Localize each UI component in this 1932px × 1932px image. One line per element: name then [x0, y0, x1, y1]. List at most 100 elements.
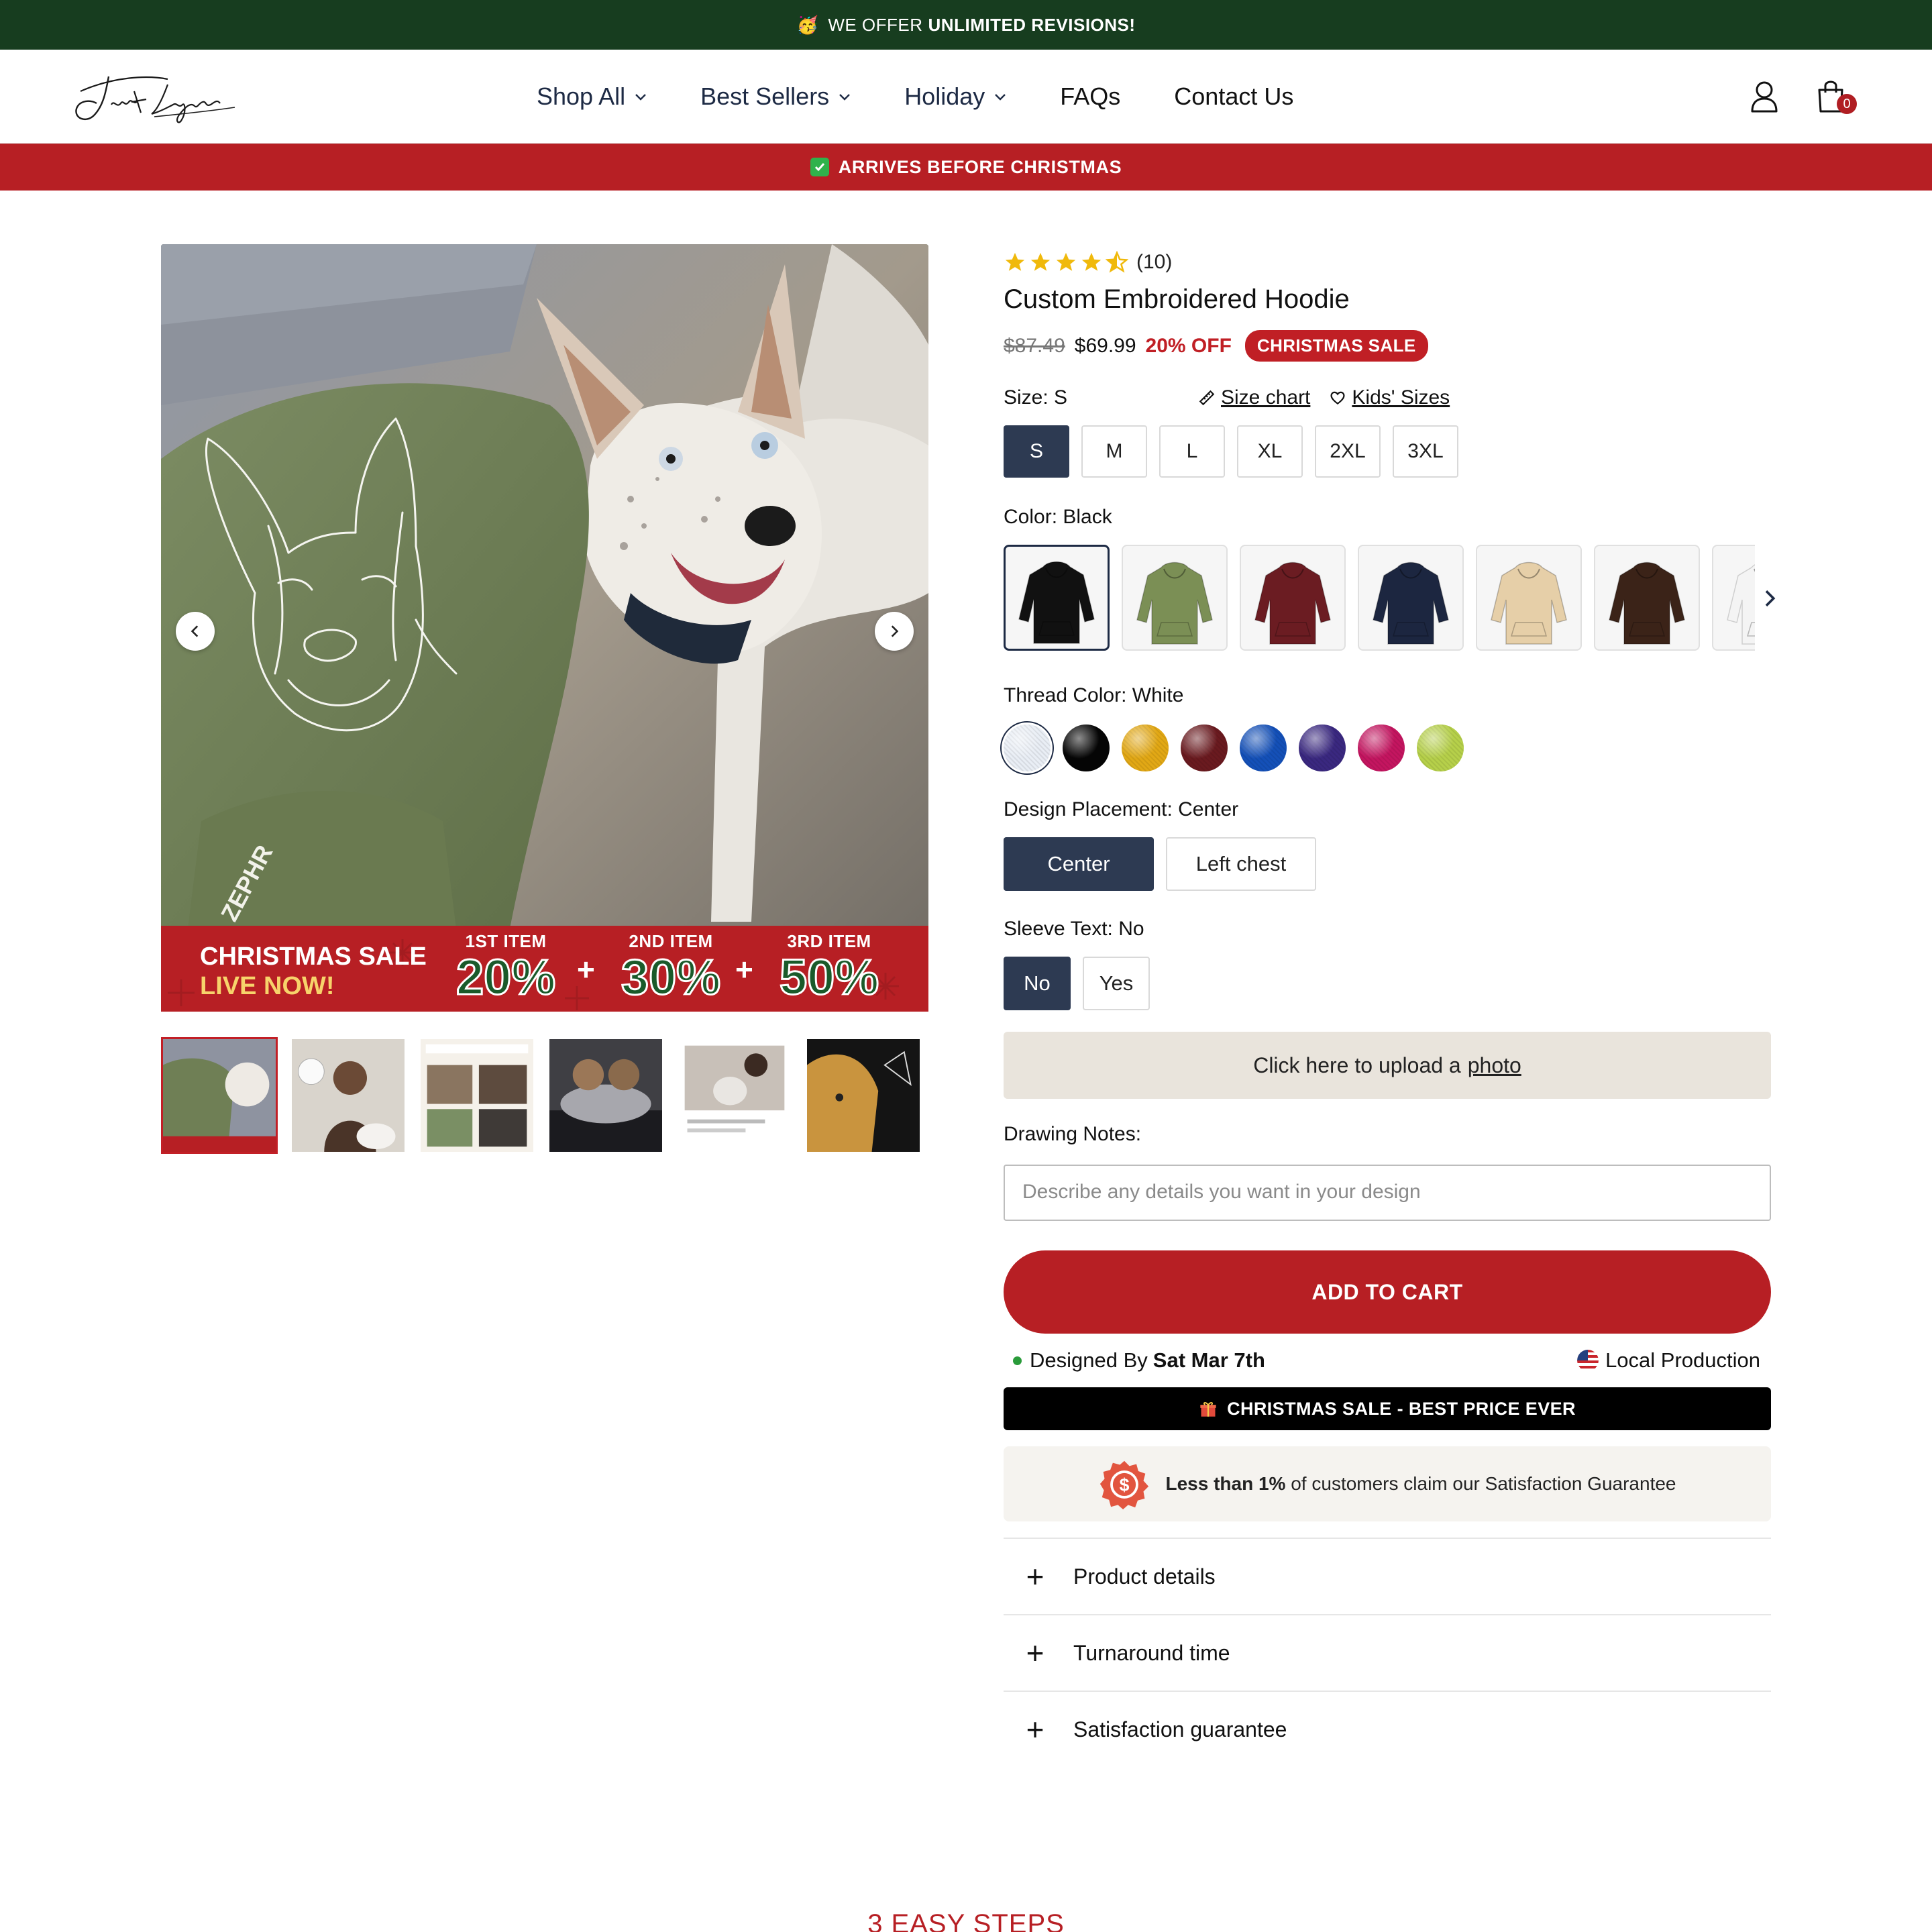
accordion-label: Product details [1073, 1564, 1216, 1589]
size-options: S M L XL 2XL 3XL [1004, 425, 1458, 478]
drawing-notes-label: Drawing Notes: [1004, 1123, 1142, 1145]
review-count: (10) [1136, 251, 1173, 273]
thumbnail-6[interactable] [805, 1037, 922, 1154]
thumbnail-2[interactable] [290, 1037, 407, 1154]
account-icon[interactable] [1744, 76, 1784, 117]
accordion-product-details[interactable]: + Product details [1004, 1538, 1771, 1614]
size-option-l[interactable]: L [1159, 425, 1225, 478]
upload-photo-button[interactable]: Click here to upload a photo [1004, 1032, 1771, 1099]
thread-color-2[interactable] [1063, 724, 1110, 771]
satisfaction-guarantee-banner: $ Less than 1% of customers claim our Sa… [1004, 1446, 1771, 1521]
gallery-next-button[interactable] [875, 612, 914, 651]
gift-icon [1200, 1402, 1216, 1417]
chevron-down-icon [839, 94, 851, 101]
nav-contact-us[interactable]: Contact Us [1174, 83, 1293, 111]
promo-item-pct: 20% [455, 949, 556, 1005]
thumbnail-strip [161, 1037, 928, 1158]
placement-left-chest-button[interactable]: Left chest [1166, 837, 1316, 891]
christmas-sale-promo-strip: CHRISTMAS SALE LIVE NOW! 1ST ITEM 20% + … [161, 926, 928, 1012]
thread-color-1[interactable] [1004, 724, 1051, 771]
color-swatch-4[interactable] [1358, 545, 1464, 651]
size-option-xl[interactable]: XL [1237, 425, 1303, 478]
sleeve-text-label: Sleeve Text: No [1004, 918, 1144, 940]
promo-item-1: 1ST ITEM 20% [455, 931, 556, 1005]
thumbnail-5[interactable] [676, 1037, 793, 1154]
hoodie-icon [1018, 561, 1095, 644]
cart-count-badge: 0 [1837, 94, 1857, 114]
thread-color-5[interactable] [1240, 724, 1287, 771]
promo-title: CHRISTMAS SALE LIVE NOW! [200, 942, 427, 1001]
nav-holiday[interactable]: Holiday [904, 83, 1006, 111]
heart-icon [1330, 391, 1345, 405]
upload-photo-link[interactable]: photo [1468, 1053, 1521, 1078]
thread-color-7[interactable] [1358, 724, 1405, 771]
add-to-cart-button[interactable]: ADD TO CART [1004, 1250, 1771, 1334]
rating[interactable]: (10) [1004, 251, 1172, 274]
nav-shop-all[interactable]: Shop All [537, 83, 647, 111]
thumbnail-4[interactable] [547, 1037, 664, 1154]
size-option-2xl[interactable]: 2XL [1315, 425, 1381, 478]
star-full-icon [1030, 252, 1051, 271]
color-swatch-1[interactable] [1004, 545, 1110, 651]
guarantee-rest: of customers claim our Satisfaction Guar… [1291, 1473, 1676, 1494]
header-icons: 0 [1744, 76, 1857, 117]
plus-icon: + [1026, 1559, 1044, 1594]
accordion-satisfaction-guarantee[interactable]: + Satisfaction guarantee [1004, 1690, 1771, 1767]
guarantee-text: Less than 1% of customers claim our Sati… [1166, 1473, 1676, 1495]
thread-color-3[interactable] [1122, 724, 1169, 771]
size-option-s[interactable]: S [1004, 425, 1069, 478]
color-swatch-7[interactable] [1712, 545, 1755, 651]
color-swatch-3[interactable] [1240, 545, 1346, 651]
product-main-image[interactable]: ZEPHR [161, 244, 928, 1012]
thread-color-label: Thread Color: White [1004, 684, 1184, 706]
thread-color-4[interactable] [1181, 724, 1228, 771]
thread-color-8[interactable] [1417, 724, 1464, 771]
promo-plus: + [735, 952, 753, 987]
size-chart-link[interactable]: Size chart [1198, 386, 1310, 409]
best-price-banner: CHRISTMAS SALE - BEST PRICE EVER [1004, 1387, 1771, 1430]
size-option-3xl[interactable]: 3XL [1393, 425, 1458, 478]
hoodie-icon [1373, 561, 1449, 645]
color-swatch-6[interactable] [1594, 545, 1700, 651]
thumbnail-1[interactable] [161, 1037, 278, 1154]
sale-price: $69.99 [1074, 334, 1136, 357]
drawing-notes-input[interactable] [1004, 1165, 1771, 1221]
sleeve-no-button[interactable]: No [1004, 957, 1071, 1010]
star-full-icon [1056, 252, 1076, 271]
compare-at-price: $87.49 [1004, 334, 1065, 357]
color-next-button[interactable] [1762, 586, 1782, 613]
nav-faqs[interactable]: FAQs [1060, 83, 1120, 111]
upload-text: Click here to upload a [1253, 1053, 1461, 1077]
thumbnail-3[interactable] [419, 1037, 535, 1154]
product-photo: ZEPHR [161, 244, 928, 1012]
thumbnail-image [292, 1039, 405, 1152]
color-swatch-2[interactable] [1122, 545, 1228, 651]
thread-color-6[interactable] [1299, 724, 1346, 771]
guarantee-bold: Less than 1% [1165, 1473, 1286, 1494]
logo[interactable] [67, 64, 241, 129]
status-dot-icon [1013, 1356, 1022, 1365]
star-full-icon [1005, 252, 1025, 271]
kids-sizes-link[interactable]: Kids' Sizes [1329, 386, 1450, 409]
design-placement-options: Center Left chest [1004, 837, 1316, 891]
placement-center-button[interactable]: Center [1004, 837, 1154, 891]
checkmark-icon [810, 158, 829, 176]
hoodie-icon [1136, 561, 1213, 645]
color-swatch-5[interactable] [1476, 545, 1582, 651]
party-emoji-icon: 🥳 [796, 14, 819, 35]
sleeve-yes-button[interactable]: Yes [1083, 957, 1150, 1010]
thumbnail-image [163, 1039, 276, 1152]
size-option-m[interactable]: M [1081, 425, 1147, 478]
thumbnail-image [807, 1039, 920, 1152]
chevron-down-icon [635, 94, 646, 101]
plus-icon: + [1026, 1712, 1044, 1747]
gallery-prev-button[interactable] [176, 612, 215, 651]
promo-item-pct: 50% [778, 949, 879, 1005]
chevron-left-icon [191, 625, 199, 637]
cart-icon[interactable]: 0 [1811, 76, 1857, 117]
color-label: Color: Black [1004, 506, 1112, 528]
size-links: Size chart Kids' Sizes [1198, 386, 1450, 409]
accordion-turnaround-time[interactable]: + Turnaround time [1004, 1614, 1771, 1690]
nav-best-sellers[interactable]: Best Sellers [700, 83, 851, 111]
designed-by: Designed By Sat Mar 7th [1013, 1348, 1265, 1373]
